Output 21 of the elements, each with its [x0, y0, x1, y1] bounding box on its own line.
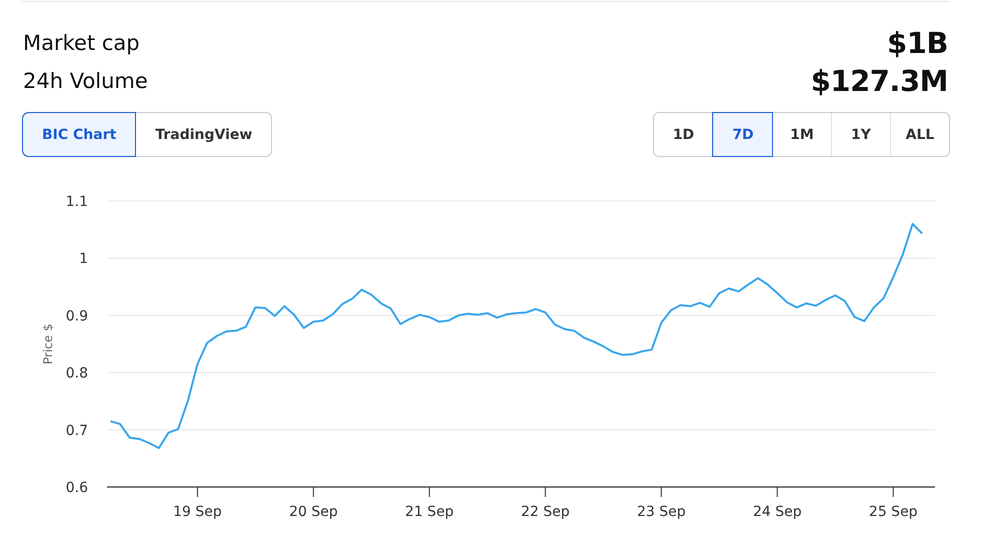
stat-value: $1B [887, 26, 948, 60]
y-tick-label: 0.6 [66, 480, 88, 496]
x-tick-label: 23 Sep [637, 504, 686, 520]
x-tick-label: 20 Sep [289, 504, 338, 520]
x-tick-label: 24 Sep [752, 504, 802, 520]
x-tick-label: 25 Sep [868, 504, 918, 520]
y-axis-title: Price $ [41, 324, 55, 364]
range-tab[interactable]: ALL [890, 113, 949, 156]
x-tick-label: 19 Sep [173, 504, 222, 520]
y-tick-label: 0.9 [66, 308, 88, 324]
x-tick-label: 21 Sep [405, 504, 454, 520]
range-tab[interactable]: 7D [713, 113, 772, 156]
y-tick-label: 1 [79, 251, 88, 268]
stat-label: Market cap [23, 31, 140, 55]
stat-value: $127.3M [810, 64, 948, 98]
y-tick-label: 0.8 [66, 366, 88, 382]
x-tick-label: 22 Sep [521, 504, 570, 520]
chart-source-tab[interactable]: BIC Chart [23, 113, 136, 156]
y-tick-label: 1.1 [66, 194, 88, 210]
y-tick-label: 0.7 [66, 422, 88, 439]
stat-label: 24h Volume [23, 69, 148, 93]
